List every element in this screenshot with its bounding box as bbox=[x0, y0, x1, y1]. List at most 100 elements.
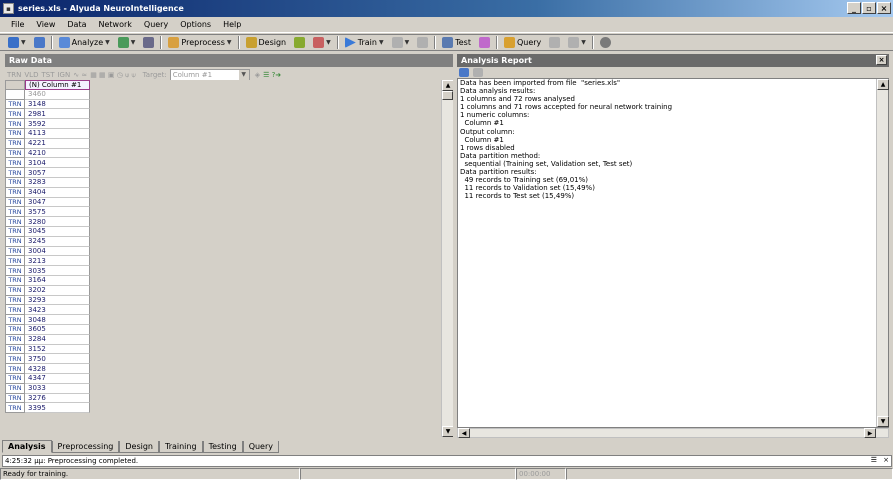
table-row[interactable]: TRN 3750 bbox=[5, 354, 90, 365]
cell-value[interactable]: 3605 bbox=[25, 324, 90, 335]
row-tag[interactable]: TRN bbox=[5, 168, 25, 178]
table-row[interactable]: TRN 3104 bbox=[5, 158, 90, 169]
cell-value[interactable]: 3423 bbox=[25, 305, 90, 316]
cell-value[interactable]: 3293 bbox=[25, 295, 90, 306]
cell-value[interactable]: 3283 bbox=[25, 177, 90, 188]
menu-network[interactable]: Network bbox=[93, 20, 136, 29]
table-row[interactable]: TRN 3004 bbox=[5, 246, 90, 257]
cell-value[interactable]: 3035 bbox=[25, 266, 90, 276]
trn-tool[interactable]: TRN bbox=[7, 71, 21, 79]
cell-value[interactable]: 4113 bbox=[25, 128, 90, 139]
report-vscroll[interactable]: ▲ ▼ bbox=[876, 79, 889, 427]
scroll-right-arrow[interactable]: ▶ bbox=[864, 428, 876, 438]
network-options-button[interactable]: ▼ bbox=[309, 35, 335, 50]
maximize-button[interactable]: ▫ bbox=[862, 2, 876, 14]
menu-view[interactable]: View bbox=[31, 20, 60, 29]
table-row[interactable]: TRN 3293 bbox=[5, 295, 90, 306]
copy-report-icon[interactable] bbox=[473, 68, 483, 77]
row-tag[interactable]: TRN bbox=[5, 344, 25, 355]
row-tag[interactable]: TRN bbox=[5, 197, 25, 208]
row-tag[interactable]: TRN bbox=[5, 226, 25, 237]
cell-value[interactable]: 3245 bbox=[25, 236, 90, 247]
row-header-corner[interactable] bbox=[5, 80, 25, 90]
table-row[interactable]: TRN 3045 bbox=[5, 226, 90, 237]
menu-data[interactable]: Data bbox=[62, 20, 91, 29]
menu-query[interactable]: Query bbox=[139, 20, 173, 29]
table-row[interactable]: TRN 3605 bbox=[5, 324, 90, 335]
table-row[interactable]: TRN 2981 bbox=[5, 109, 90, 120]
data-options-button[interactable]: ▼ bbox=[114, 35, 140, 50]
cell-value[interactable]: 4328 bbox=[25, 364, 90, 374]
row-tag[interactable]: TRN bbox=[5, 354, 25, 365]
row-tag[interactable]: TRN bbox=[5, 177, 25, 188]
cell-value[interactable]: 3057 bbox=[25, 168, 90, 178]
row-tag[interactable]: TRN bbox=[5, 364, 25, 374]
tab-preprocessing[interactable]: Preprocessing bbox=[51, 441, 120, 453]
tab-testing[interactable]: Testing bbox=[202, 441, 243, 453]
table-row[interactable]: TRN 3033 bbox=[5, 383, 90, 394]
table-row[interactable]: TRN 3575 bbox=[5, 207, 90, 218]
table-row[interactable]: TRN 3592 bbox=[5, 119, 90, 129]
row-tag[interactable]: TRN bbox=[5, 217, 25, 227]
cell-value[interactable]: 3276 bbox=[25, 393, 90, 404]
cell-value[interactable]: 3104 bbox=[25, 158, 90, 169]
tab-analysis[interactable]: Analysis bbox=[2, 440, 52, 453]
tab-training[interactable]: Training bbox=[158, 441, 203, 453]
column-tools-icon[interactable]: ▦ ▦ ▣ ◷ ⍦ ⍦ bbox=[90, 71, 135, 80]
table-row[interactable]: TRN 3404 bbox=[5, 187, 90, 198]
cell-value[interactable]: 4221 bbox=[25, 138, 90, 149]
export-button[interactable] bbox=[475, 35, 494, 50]
tab-design[interactable]: Design bbox=[119, 441, 159, 453]
cell-value[interactable]: 3404 bbox=[25, 187, 90, 198]
table-row[interactable]: TRN 3048 bbox=[5, 315, 90, 325]
menu-file[interactable]: File bbox=[6, 20, 29, 29]
row-tag[interactable]: TRN bbox=[5, 295, 25, 306]
cell-value[interactable]: 3395 bbox=[25, 403, 90, 414]
cell-value[interactable]: 3280 bbox=[25, 217, 90, 227]
settings-button[interactable] bbox=[596, 35, 615, 50]
log-close-icon[interactable]: × bbox=[883, 456, 889, 464]
table-row[interactable]: TRN 3423 bbox=[5, 305, 90, 316]
open-button[interactable]: ▼ bbox=[4, 35, 30, 50]
cell-value[interactable]: 3592 bbox=[25, 119, 90, 129]
cell-value[interactable]: 3213 bbox=[25, 256, 90, 267]
cell-value[interactable]: 3575 bbox=[25, 207, 90, 218]
column-header[interactable]: (N) Column #1 bbox=[25, 80, 90, 90]
table-row[interactable]: TRN 3245 bbox=[5, 236, 90, 247]
row-tag[interactable]: TRN bbox=[5, 99, 25, 110]
table-row[interactable]: TRN 4221 bbox=[5, 138, 90, 149]
row-tag[interactable]: TRN bbox=[5, 334, 25, 345]
row-tag[interactable]: TRN bbox=[5, 207, 25, 218]
table-row[interactable]: TRN 3057 bbox=[5, 168, 90, 178]
row-tag[interactable]: TRN bbox=[5, 158, 25, 169]
cell-value[interactable]: 3033 bbox=[25, 383, 90, 394]
cell-value[interactable]: 4210 bbox=[25, 148, 90, 159]
row-tag[interactable]: TRN bbox=[5, 187, 25, 198]
row-tag[interactable]: TRN bbox=[5, 315, 25, 325]
menu-options[interactable]: Options bbox=[175, 20, 216, 29]
table-row[interactable]: TRN 4347 bbox=[5, 373, 90, 384]
save-button[interactable] bbox=[30, 35, 49, 50]
row-tag[interactable]: TRN bbox=[5, 275, 25, 286]
cell-value[interactable]: 3460 bbox=[25, 89, 90, 100]
row-tag[interactable]: TRN bbox=[5, 138, 25, 149]
row-tag[interactable]: TRN bbox=[5, 373, 25, 384]
report-hscroll[interactable]: ◀ ▶ bbox=[457, 428, 889, 438]
cell-value[interactable]: 3284 bbox=[25, 334, 90, 345]
table-row[interactable]: TRN 3148 bbox=[5, 99, 90, 110]
table-button[interactable] bbox=[139, 35, 158, 50]
wave-icon[interactable]: ∿ ≈ bbox=[73, 71, 87, 79]
table-row[interactable]: TRN 3152 bbox=[5, 344, 90, 355]
row-tag[interactable]: TRN bbox=[5, 266, 25, 276]
cell-value[interactable]: 3750 bbox=[25, 354, 90, 365]
tab-query[interactable]: Query bbox=[242, 441, 279, 453]
row-tag[interactable]: TRN bbox=[5, 246, 25, 257]
list-options-icon[interactable]: ☰ ?➜ bbox=[263, 71, 281, 79]
table-row[interactable]: TRN 4210 bbox=[5, 148, 90, 159]
table-row[interactable]: TRN 3395 bbox=[5, 403, 90, 414]
network-button[interactable] bbox=[290, 35, 309, 50]
cell-value[interactable]: 3048 bbox=[25, 315, 90, 325]
scroll-down-arrow[interactable]: ▼ bbox=[442, 426, 453, 437]
analysis-report-text[interactable]: Data has been imported from file "series… bbox=[457, 78, 889, 428]
cell-value[interactable]: 3202 bbox=[25, 285, 90, 296]
